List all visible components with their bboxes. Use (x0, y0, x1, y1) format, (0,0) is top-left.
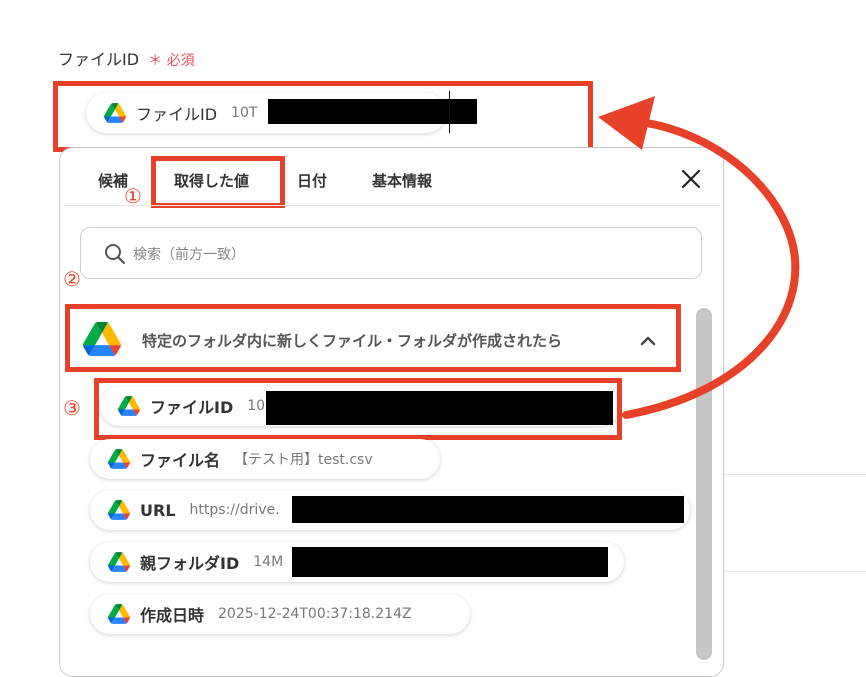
tab-basic-info[interactable]: 基本情報 (372, 170, 432, 191)
field-label-text: ファイルID (58, 50, 140, 69)
redacted-value (292, 547, 608, 577)
tab-date[interactable]: 日付 (297, 170, 327, 191)
item-label: 親フォルダID (140, 554, 240, 573)
highlight-section-box (65, 304, 681, 372)
search-placeholder: 検索（前方一致） (133, 247, 245, 263)
background-divider (724, 571, 866, 572)
item-value: 14M (253, 554, 284, 570)
highlight-tab-box (151, 156, 285, 208)
required-text: 必須 (166, 53, 195, 69)
google-drive-icon (108, 552, 130, 572)
background-divider (724, 474, 866, 475)
highlight-item-box (94, 378, 622, 440)
item-value: 【テスト用】test.csv (234, 452, 373, 468)
google-drive-icon (108, 449, 130, 469)
item-label: URL (140, 500, 176, 520)
value-item-file-name[interactable]: ファイル名 【テスト用】test.csv (90, 439, 440, 479)
search-icon (105, 244, 126, 265)
redacted-value (292, 496, 684, 523)
item-label: 作成日時 (140, 606, 205, 625)
item-value: https://drive. (189, 502, 280, 518)
search-input[interactable]: 検索（前方一致） (80, 227, 702, 279)
highlight-field-box (53, 81, 593, 152)
tab-divider (64, 205, 720, 206)
step-2-marker: ② (63, 267, 81, 291)
step-3-marker: ③ (63, 396, 81, 420)
google-drive-icon (108, 500, 130, 520)
google-drive-icon (108, 604, 130, 624)
required-asterisk: ＊ (148, 53, 163, 69)
item-value: 2025-12-24T00:37:18.214Z (218, 606, 412, 622)
field-label: ファイルID ＊ 必須 (58, 46, 195, 70)
item-label: ファイル名 (140, 451, 221, 470)
close-icon[interactable] (679, 167, 703, 191)
scrollbar-thumb[interactable] (696, 308, 712, 660)
required-mark: ＊ 必須 (148, 53, 194, 69)
value-item-created-at[interactable]: 作成日時 2025-12-24T00:37:18.214Z (90, 594, 470, 634)
